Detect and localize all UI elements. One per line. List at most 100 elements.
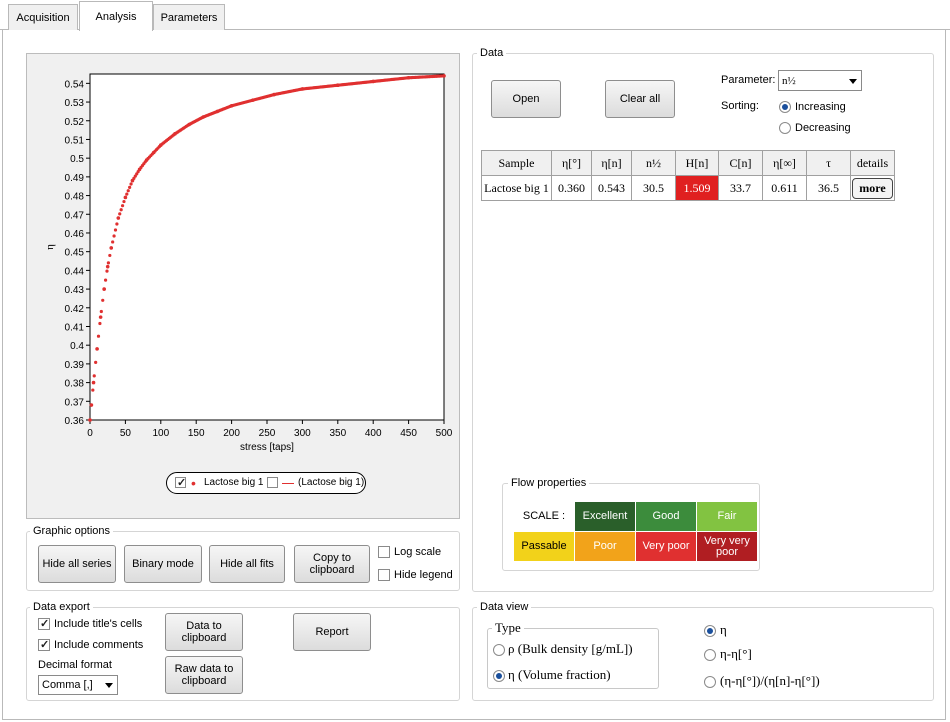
parameter-value: n½ (782, 74, 796, 87)
header-cell: τ (806, 150, 851, 176)
legend-point-marker: • (191, 475, 196, 491)
data-point (98, 315, 103, 319)
legend-fit-label: (Lactose big 1) (298, 477, 365, 488)
hide-all-series-button[interactable]: Hide all series (38, 545, 116, 583)
cell: 0.543 (591, 175, 632, 201)
tab-parameters[interactable]: Parameters (153, 4, 225, 30)
data-point (115, 222, 119, 226)
copy-to-clipboard-button[interactable]: Copy to clipboard (294, 545, 370, 583)
chart-panel: 0.36 0.37 0.38 0.39 0.4 0.41 0.42 0.43 0.44 0.45 0… (26, 53, 460, 519)
header-cell: C[n] (718, 150, 763, 176)
x-tick-label: 50 (120, 428, 132, 439)
flow-properties-title: Flow properties (508, 477, 590, 489)
y-tick-label: 0.53 (65, 98, 85, 109)
type-title: Type (492, 620, 524, 636)
report-button[interactable]: Report (293, 613, 371, 651)
data-point (94, 360, 98, 364)
data-view-title: Data view (477, 601, 532, 613)
parameter-label: Parameter: (721, 74, 776, 86)
cell: 36.5 (806, 175, 851, 201)
raw-data-to-clipboard-button[interactable]: Raw data to clipboard (165, 656, 243, 694)
y-tick-label: 0.52 (65, 117, 85, 128)
sorting-label: Sorting: (721, 100, 759, 112)
more-button[interactable]: more (852, 177, 893, 199)
chart-legend: • Lactose big 1 (Lactose big 1) (166, 472, 366, 494)
data-to-clipboard-button[interactable]: Data to clipboard (165, 613, 243, 651)
decimal-format-select[interactable]: Comma [,] (38, 675, 118, 695)
x-tick-label: 400 (365, 428, 382, 439)
y-tick-label: 0.44 (65, 266, 85, 277)
table-row[interactable]: Lactose big 1 0.360 0.543 30.5 1.509 33.… (481, 175, 895, 201)
chevron-down-icon (849, 78, 857, 84)
data-point (123, 195, 127, 200)
open-button[interactable]: Open (491, 80, 561, 118)
scale-good: Good (635, 501, 697, 532)
legend-series-label: Lactose big 1 (204, 477, 264, 488)
log-scale-checkbox[interactable] (378, 546, 390, 558)
include-comments-label: Include comments (54, 639, 144, 651)
clear-all-button[interactable]: Clear all (605, 80, 675, 118)
data-point (108, 253, 112, 258)
header-cell: η[n] (591, 150, 632, 176)
sort-decreasing-radio[interactable] (779, 122, 791, 134)
data-point (96, 334, 101, 338)
header-cell: details (850, 150, 895, 176)
chevron-down-icon (105, 683, 113, 688)
tab-analysis[interactable]: Analysis (79, 1, 153, 31)
scale-passable: Passable (513, 531, 575, 562)
cell: 0.360 (551, 175, 592, 201)
legend-series-checkbox[interactable] (175, 476, 186, 489)
hausner-cell-highlighted: 1.509 (675, 175, 719, 201)
results-table: Sample η[°] η[n] n½ H[n] C[n] η[∞] τ det… (481, 150, 895, 201)
include-comments-checkbox[interactable] (38, 638, 50, 651)
hide-all-fits-button[interactable]: Hide all fits (209, 545, 285, 583)
include-titles-checkbox[interactable] (38, 617, 50, 630)
rho-label: ρ (Bulk density [g/mL]) (508, 641, 633, 656)
data-point (91, 380, 96, 385)
data-point (95, 347, 99, 351)
y-tick-label: 0.48 (65, 192, 85, 203)
x-tick-label: 350 (329, 428, 346, 439)
eta-diff-radio[interactable] (704, 649, 716, 661)
graphic-options-title: Graphic options (30, 525, 114, 537)
data-point (98, 321, 102, 326)
data-point (92, 374, 96, 378)
y-tick-label: 0.41 (65, 322, 85, 333)
parameter-select[interactable]: n½ (778, 70, 862, 91)
binary-mode-button[interactable]: Binary mode (124, 545, 202, 583)
sample-cell[interactable]: Lactose big 1 (481, 175, 552, 201)
data-point (113, 228, 118, 232)
hide-legend-checkbox[interactable] (378, 569, 390, 581)
data-point (442, 74, 446, 78)
y-tick-label: 0.39 (65, 360, 85, 371)
header-cell: n½ (631, 150, 676, 176)
table-header-row: Sample η[°] η[n] n½ H[n] C[n] η[∞] τ det… (481, 150, 895, 176)
eta-normalized-radio[interactable] (704, 676, 716, 688)
y-tick-label: 0.43 (65, 285, 85, 296)
eta-radio[interactable] (704, 625, 716, 637)
tab-acquisition[interactable]: Acquisition (8, 4, 78, 30)
eta-volume-fraction-radio[interactable] (493, 670, 505, 682)
sort-increasing-radio[interactable] (779, 101, 791, 113)
scale-very-very-poor: Very very poor (696, 531, 758, 562)
y-tick-label: 0.5 (70, 154, 84, 165)
y-tick-label: 0.42 (65, 304, 85, 315)
data-point (126, 189, 130, 193)
hide-legend-label: Hide legend (394, 569, 453, 581)
cell: 0.611 (762, 175, 807, 201)
data-point (128, 185, 132, 189)
eta-volume-fraction-label: η (Volume fraction) (508, 667, 611, 682)
eta-normalized-label: (η-η[°])/(η[n]-η[°]) (720, 673, 820, 688)
x-tick-label: 0 (87, 428, 93, 439)
data-point (105, 269, 109, 273)
x-tick-label: 450 (400, 428, 417, 439)
header-cell: η[°] (551, 150, 592, 176)
rho-radio[interactable] (493, 644, 505, 656)
header-cell: Sample (481, 150, 552, 176)
x-tick-label: 150 (188, 428, 205, 439)
legend-fit-checkbox[interactable] (267, 477, 278, 488)
y-tick-label: 0.51 (65, 135, 85, 146)
data-point (111, 240, 115, 244)
decimal-format-label: Decimal format (38, 659, 112, 671)
x-tick-label: 300 (294, 428, 311, 439)
